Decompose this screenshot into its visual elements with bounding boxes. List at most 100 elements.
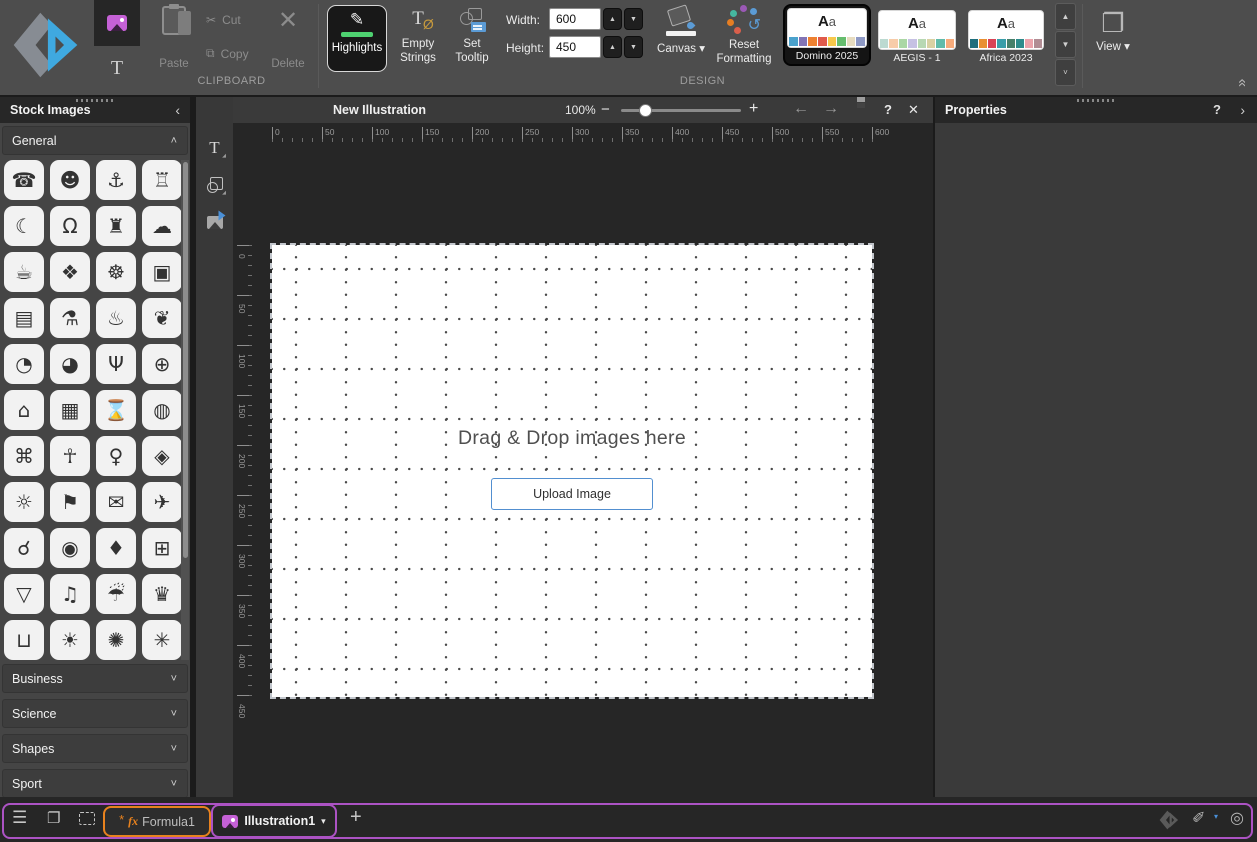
stock-image-crown[interactable]: ♛	[142, 574, 182, 614]
view-dropdown-button[interactable]: ❐ View ▾	[1088, 8, 1138, 55]
section-header-general[interactable]: General˄	[2, 126, 188, 155]
tab-dropdown-caret[interactable]: ▾	[321, 816, 326, 827]
tab-text[interactable]: T	[94, 46, 140, 90]
stock-image-anchor[interactable]: ⚓	[96, 160, 136, 200]
collapse-properties-icon[interactable]: ›	[1240, 102, 1245, 118]
stock-image-layers[interactable]: ◈	[142, 436, 182, 476]
stock-image-network[interactable]: ☸	[96, 252, 136, 292]
sidebar-scrollbar[interactable]	[181, 160, 189, 660]
tab-formula1[interactable]: * fx Formula1	[103, 806, 211, 837]
panel-splitter[interactable]	[190, 95, 193, 797]
stock-image-cold-drink[interactable]: ♨	[96, 298, 136, 338]
height-input[interactable]	[549, 36, 601, 58]
stock-image-hourglass[interactable]: ⌛	[96, 390, 136, 430]
undo-button[interactable]: ←	[793, 100, 809, 118]
tab-image-editor[interactable]	[94, 0, 140, 46]
pin-dropdown-caret[interactable]: ▾	[1214, 812, 1218, 821]
width-up-button[interactable]: ▲	[603, 8, 622, 30]
theme-card-domino-2025[interactable]: AaDomino 2025	[783, 4, 871, 66]
text-tool-button[interactable]: T◢	[202, 135, 227, 160]
canvas-dropdown-button[interactable]: Canvas ▾	[652, 5, 710, 57]
stock-image-fire[interactable]: ❦	[142, 298, 182, 338]
gallery-expand-button[interactable]: ˅	[1055, 59, 1076, 86]
width-down-button[interactable]: ▼	[624, 8, 643, 30]
section-header-business[interactable]: Business˅	[2, 664, 188, 693]
theme-card-africa-2023[interactable]: AaAfrica 2023	[964, 4, 1048, 68]
gallery-down-button[interactable]: ▼	[1055, 31, 1076, 58]
add-tab-button[interactable]: +	[350, 806, 362, 829]
empty-strings-button[interactable]: TØ EmptyStrings	[394, 8, 442, 66]
zoom-in-button[interactable]: +	[749, 100, 758, 118]
image-tool-button[interactable]	[202, 210, 227, 235]
help-button[interactable]: ?	[884, 102, 892, 117]
marquee-select-button[interactable]	[79, 812, 95, 825]
section-header-shapes[interactable]: Shapes˅	[2, 734, 188, 763]
copy-button[interactable]: ⧉Copy	[206, 46, 249, 61]
stock-image-key[interactable]: ♀	[96, 436, 136, 476]
stock-image-clipboard[interactable]: ▤	[4, 298, 44, 338]
stock-image-rain[interactable]: ☔	[96, 574, 136, 614]
stock-image-gift[interactable]: ⊞	[142, 528, 182, 568]
upload-image-button[interactable]: Upload Image	[491, 478, 653, 510]
stock-image-sun-bright[interactable]: ✺	[96, 620, 136, 660]
stock-image-home[interactable]: ⌂	[4, 390, 44, 430]
collapse-panel-icon[interactable]: ‹	[175, 102, 180, 118]
stock-image-power-button[interactable]: ◉	[50, 528, 90, 568]
sidebar-scrollbar-thumb[interactable]	[183, 162, 188, 558]
stock-image-bank[interactable]: ♖	[142, 160, 182, 200]
highlights-button[interactable]: ✎ Highlights	[327, 5, 387, 72]
stock-image-wine-glass[interactable]: Ψ	[96, 344, 136, 384]
section-header-sport[interactable]: Sport˅	[2, 769, 188, 798]
section-header-science[interactable]: Science˅	[2, 699, 188, 728]
redo-button[interactable]: →	[823, 100, 839, 118]
stock-image-bat[interactable]: ☾	[4, 206, 44, 246]
stock-image-graduation-cap[interactable]: ❖	[50, 252, 90, 292]
stock-image-key-vintage[interactable]: ☥	[50, 436, 90, 476]
width-input[interactable]	[549, 8, 601, 30]
paste-button[interactable]: Paste	[150, 6, 198, 72]
theme-card-aegis-1[interactable]: AaAEGIS - 1	[874, 4, 960, 68]
stock-image-sun-rays[interactable]: ✳	[142, 620, 182, 660]
stock-image-globe-grid[interactable]: ◍	[142, 390, 182, 430]
stock-image-wine-bottle[interactable]: ⚗	[50, 298, 90, 338]
menu-button[interactable]: ☰	[12, 808, 27, 828]
height-down-button[interactable]: ▼	[624, 36, 643, 58]
stock-image-globe[interactable]: ⊕	[142, 344, 182, 384]
canvas-paper[interactable]: Drag & Drop images here Upload Image	[272, 245, 872, 697]
close-document-button[interactable]: ✕	[908, 102, 919, 118]
stock-image-head-gears[interactable]: ☻	[50, 160, 90, 200]
stock-image-music[interactable]: ♫	[50, 574, 90, 614]
stock-image-speedometer[interactable]: ◕	[50, 344, 90, 384]
stock-image-support-24h[interactable]: ☎	[4, 160, 44, 200]
pin-tool-button[interactable]: ✐	[1192, 808, 1205, 828]
properties-help-button[interactable]: ?	[1213, 102, 1221, 117]
stock-image-castle[interactable]: ♜	[96, 206, 136, 246]
panel-gripper[interactable]	[76, 99, 114, 102]
tab-illustration1[interactable]: Illustration1 ▾	[211, 804, 337, 838]
stock-image-location-pin[interactable]: ⚑	[50, 482, 90, 522]
zoom-out-button[interactable]: −	[601, 101, 610, 118]
spiral-tool-button[interactable]: ◎	[1230, 808, 1244, 828]
stock-image-power-plug[interactable]: ☌	[4, 528, 44, 568]
stock-image-office-building[interactable]: ▦	[50, 390, 90, 430]
stock-image-diamond[interactable]: ♦	[96, 528, 136, 568]
panel-gripper[interactable]	[1077, 99, 1115, 102]
reset-formatting-button[interactable]: ↺ ResetFormatting	[712, 5, 776, 67]
height-up-button[interactable]: ▲	[603, 36, 622, 58]
stock-image-sun[interactable]: ☀	[50, 620, 90, 660]
stock-image-airplane[interactable]: ✈	[142, 482, 182, 522]
stock-image-shopping-cart[interactable]: ⊔	[4, 620, 44, 660]
set-tooltip-button[interactable]: SetTooltip	[446, 8, 498, 66]
stock-image-gauge[interactable]: ◔	[4, 344, 44, 384]
stock-image-coffee[interactable]: ☕	[4, 252, 44, 292]
gallery-up-button[interactable]: ▲	[1055, 3, 1076, 30]
stock-image-mail[interactable]: ✉	[96, 482, 136, 522]
stock-image-bell[interactable]: Ω	[50, 206, 90, 246]
zoom-slider-knob[interactable]	[639, 104, 652, 117]
find-pages-button[interactable]: ❐	[47, 809, 60, 827]
delete-button[interactable]: ✕ Delete	[262, 6, 314, 72]
cut-button[interactable]: ✂Cut	[206, 13, 241, 27]
collapse-ribbon-button[interactable]: »	[1233, 65, 1253, 87]
stock-image-gamepad[interactable]: ⌘	[4, 436, 44, 476]
stock-image-weather-clouds[interactable]: ☁	[142, 206, 182, 246]
